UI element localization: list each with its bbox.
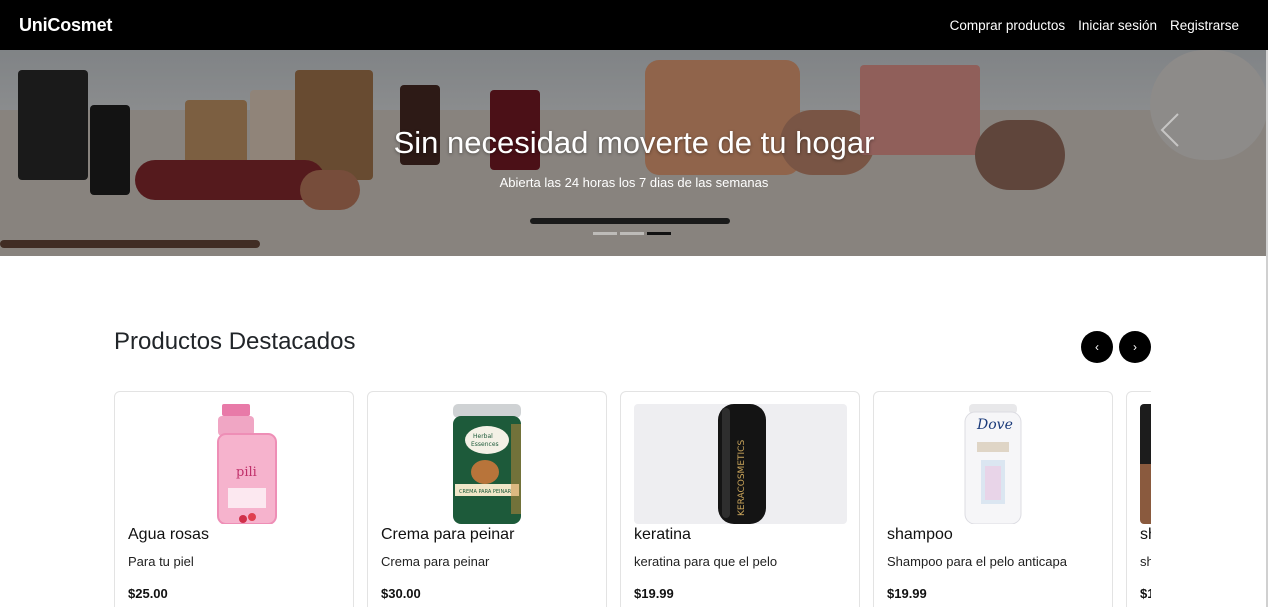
hero-title: Sin necesidad moverte de tu hogar [393, 125, 875, 160]
carousel-indicator-2[interactable] [620, 232, 644, 235]
product-name: sh [1140, 526, 1151, 543]
product-image-agua-rosas: pili [128, 404, 341, 524]
svg-text:pili: pili [236, 465, 257, 480]
product-price: $30.00 [381, 586, 421, 601]
top-navbar: UniCosmet Comprar productos Iniciar sesi… [0, 0, 1268, 50]
carousel-next-icon[interactable] [1160, 112, 1180, 148]
nav-link-login[interactable]: Iniciar sesión [1078, 18, 1157, 33]
nav-links: Comprar productos Iniciar sesión Registr… [950, 18, 1239, 33]
svg-text:KERACOSMETICS: KERACOSMETICS [737, 440, 747, 516]
featured-products-title: Productos Destacados [114, 328, 356, 355]
brand-logo[interactable]: UniCosmet [19, 15, 112, 36]
hero-caption: Sin necesidad moverte de tu hogar Abiert… [0, 125, 1268, 190]
svg-text:Dove: Dove [976, 417, 1013, 433]
hero-subtitle: Abierta las 24 horas los 7 dias de las s… [499, 175, 769, 190]
product-image-crema-para-peinar: Herbal Essences CREMA PARA PEINAR [381, 404, 594, 524]
product-name: Crema para peinar [381, 526, 515, 543]
product-name: keratina [634, 526, 691, 543]
product-description: Crema para peinar [381, 554, 490, 569]
product-card[interactable]: KERACOSMETICS keratina keratina para que… [620, 391, 860, 607]
product-price: $1 [1140, 586, 1151, 601]
nav-link-register[interactable]: Registrarse [1170, 18, 1239, 33]
carousel-indicator-3[interactable] [647, 232, 671, 235]
product-card[interactable]: Dove shampoo Shampoo para el pelo antica… [873, 391, 1113, 607]
product-price: $25.00 [128, 586, 168, 601]
product-card[interactable]: Herbal Essences CREMA PARA PEINAR Crema … [367, 391, 607, 607]
product-image-partial [1140, 404, 1151, 524]
product-image-keratina: KERACOSMETICS [634, 404, 847, 524]
product-description: sh [1140, 554, 1151, 569]
product-price: $19.99 [634, 586, 674, 601]
product-card[interactable]: pili Agua rosas Para tu piel $25.00 [114, 391, 354, 607]
product-card[interactable]: sh sh $1 [1126, 391, 1151, 607]
product-price: $19.99 [887, 586, 927, 601]
product-description: keratina para que el pelo [634, 554, 778, 569]
svg-text:Essences: Essences [471, 441, 499, 448]
carousel-indicators [593, 232, 671, 235]
svg-text:Herbal: Herbal [473, 433, 493, 440]
product-name: Agua rosas [128, 526, 209, 543]
carousel-indicator-1[interactable] [593, 232, 617, 235]
product-image-shampoo: Dove [887, 404, 1100, 524]
scroll-next-button[interactable]: › [1119, 331, 1151, 363]
hero-carousel: Sin necesidad moverte de tu hogar Abiert… [0, 50, 1268, 256]
nav-link-shop[interactable]: Comprar productos [950, 18, 1066, 33]
product-carousel: pili Agua rosas Para tu piel $25.00 Herb… [114, 391, 1151, 607]
scroll-prev-button[interactable]: ‹ [1081, 331, 1113, 363]
product-description: Para tu piel [128, 554, 194, 569]
product-description: Shampoo para el pelo anticapa [887, 554, 1067, 569]
product-name: shampoo [887, 526, 953, 543]
svg-text:CREMA PARA PEINAR: CREMA PARA PEINAR [459, 489, 512, 495]
